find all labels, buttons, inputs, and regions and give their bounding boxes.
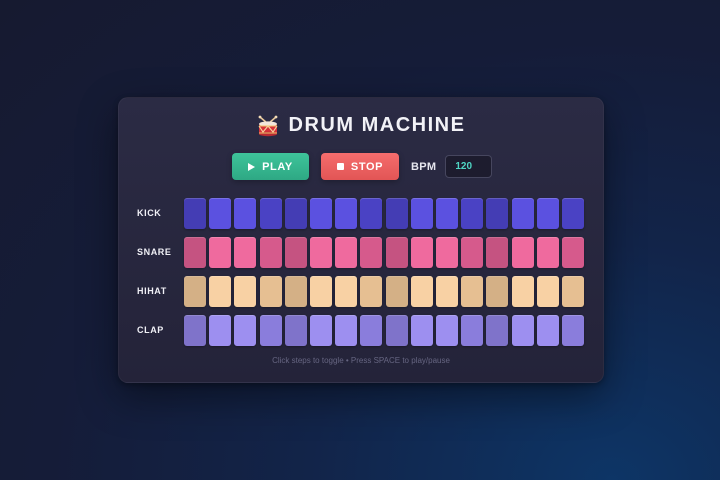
step-pad[interactable] (335, 315, 357, 346)
step-pad[interactable] (260, 315, 282, 346)
step-pad[interactable] (335, 198, 357, 229)
step-pad[interactable] (486, 276, 508, 307)
step-pad[interactable] (335, 276, 357, 307)
help-hint: Click steps to toggle • Press SPACE to p… (272, 356, 450, 365)
step-pad[interactable] (386, 198, 408, 229)
step-pad[interactable] (360, 315, 382, 346)
track-label: CLAP (137, 325, 164, 335)
step-pad[interactable] (386, 315, 408, 346)
stop-button[interactable]: STOP (321, 153, 399, 180)
step-pad[interactable] (512, 276, 534, 307)
step-pad[interactable] (234, 276, 256, 307)
step-pad[interactable] (260, 198, 282, 229)
step-pad[interactable] (209, 198, 231, 229)
step-pad[interactable] (209, 276, 231, 307)
step-pad[interactable] (562, 315, 584, 346)
step-pad[interactable] (512, 198, 534, 229)
play-button[interactable]: PLAY (232, 153, 309, 180)
step-pad[interactable] (184, 315, 206, 346)
title-row: DRUM MACHINE (119, 114, 603, 137)
step-pad[interactable] (184, 276, 206, 307)
track-label: HIHAT (137, 286, 167, 296)
step-pad[interactable] (285, 237, 307, 268)
step-pad[interactable] (436, 315, 458, 346)
bpm-label: BPM (411, 160, 437, 173)
step-pad[interactable] (234, 198, 256, 229)
step-pad[interactable] (310, 276, 332, 307)
step-pad[interactable] (461, 198, 483, 229)
track-label: SNARE (137, 247, 172, 257)
step-pad[interactable] (411, 198, 433, 229)
step-pad[interactable] (411, 237, 433, 268)
step-pad[interactable] (512, 315, 534, 346)
step-pad[interactable] (461, 276, 483, 307)
step-pad[interactable] (209, 237, 231, 268)
step-pad[interactable] (486, 315, 508, 346)
drum-icon (257, 115, 279, 137)
step-pad[interactable] (234, 237, 256, 268)
step-pad[interactable] (184, 198, 206, 229)
step-pad[interactable] (436, 276, 458, 307)
step-pad[interactable] (234, 315, 256, 346)
step-pad[interactable] (386, 237, 408, 268)
step-pad[interactable] (537, 198, 559, 229)
step-pad[interactable] (436, 237, 458, 268)
step-pad[interactable] (310, 315, 332, 346)
step-pad[interactable] (411, 315, 433, 346)
step-pad[interactable] (512, 237, 534, 268)
step-pad[interactable] (562, 276, 584, 307)
step-pad[interactable] (486, 198, 508, 229)
step-pad[interactable] (411, 276, 433, 307)
step-pad[interactable] (461, 237, 483, 268)
play-icon (248, 162, 256, 171)
stop-icon (336, 163, 344, 170)
step-pad[interactable] (335, 237, 357, 268)
step-pad[interactable] (562, 237, 584, 268)
step-pad[interactable] (537, 276, 559, 307)
step-pad[interactable] (285, 276, 307, 307)
step-pad[interactable] (486, 237, 508, 268)
transport-controls: PLAY STOP BPM (232, 153, 493, 180)
step-pad[interactable] (285, 198, 307, 229)
step-pad[interactable] (386, 276, 408, 307)
drum-machine-panel: DRUM MACHINE PLAY STOP BPM KICK SNARE HIHA… (118, 97, 604, 383)
track-row-kick: KICK (119, 198, 603, 229)
step-pad[interactable] (360, 198, 382, 229)
step-pad[interactable] (260, 276, 282, 307)
track-row-hihat: HIHAT (119, 276, 603, 307)
step-pad[interactable] (436, 198, 458, 229)
step-pad[interactable] (360, 237, 382, 268)
step-pad[interactable] (184, 237, 206, 268)
stop-button-label: STOP (350, 160, 384, 173)
play-button-label: PLAY (262, 160, 293, 173)
step-pad[interactable] (260, 237, 282, 268)
track-label: KICK (137, 208, 162, 218)
step-pad[interactable] (537, 315, 559, 346)
bpm-input[interactable] (445, 155, 493, 178)
step-pad[interactable] (562, 198, 584, 229)
track-row-clap: CLAP (119, 315, 603, 346)
step-pad[interactable] (537, 237, 559, 268)
step-pad[interactable] (310, 237, 332, 268)
step-pad[interactable] (360, 276, 382, 307)
step-pad[interactable] (209, 315, 231, 346)
step-pad[interactable] (310, 198, 332, 229)
track-row-snare: SNARE (119, 237, 603, 268)
step-pad[interactable] (285, 315, 307, 346)
step-pad[interactable] (461, 315, 483, 346)
app-title: DRUM MACHINE (288, 114, 466, 136)
